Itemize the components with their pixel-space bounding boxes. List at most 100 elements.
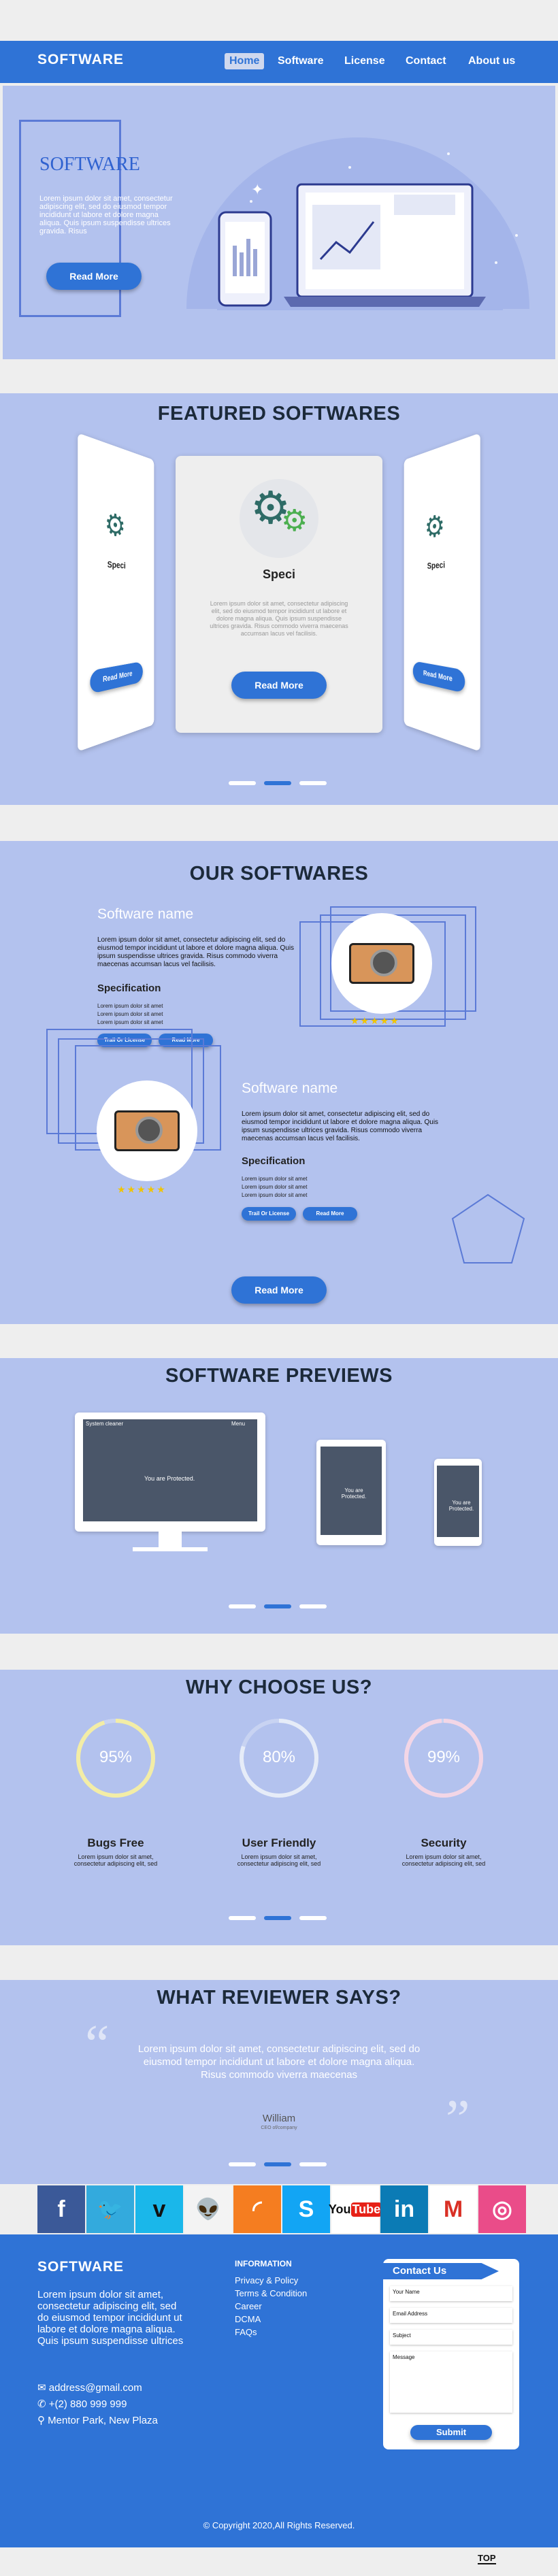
copyright: © Copyright 2020,All Rights Reserved. [0,2520,558,2530]
featured-read-more-button[interactable]: Read More [231,672,327,699]
footer-info-link-career[interactable]: Career [235,2301,262,2311]
featured-card-left-button[interactable]: Read More [90,661,142,694]
footer-info-link-faqs[interactable]: FAQs [235,2327,257,2337]
gear-icon: ⚙ [105,506,126,545]
copyright-icon: © [203,2520,212,2530]
copyright-text: Copyright 2020,All Rights Reserved. [212,2520,355,2530]
camera-icon [349,943,414,984]
facebook-icon[interactable]: f [37,2185,85,2233]
software-1-name: Software name [97,906,193,923]
user-friendly-label: User Friendly [225,1836,333,1850]
back-to-top-link[interactable]: TOP [478,2553,496,2564]
footer-email[interactable]: ✉ address@gmail.com [37,2381,142,2394]
reviewer-role: CEO of/company [0,2126,558,2130]
bugs-free-percent: 95% [75,1748,157,1767]
footer-address: ⚲ Mentor Park, New Plaza [37,2414,158,2426]
tablet-preview: You are Protected. [316,1440,386,1545]
reviews-section: WHAT REVIEWER SAYS? “ Lorem ipsum dolor … [0,1980,558,2184]
quote-open-icon: “ [85,2014,110,2076]
nav-brand[interactable]: SOFTWARE [37,52,124,68]
footer-phone[interactable]: ✆ +(2) 880 999 999 [37,2398,127,2410]
rss-icon[interactable]: ◜ [233,2185,281,2233]
vimeo-icon[interactable]: v [135,2185,183,2233]
previews-title: SOFTWARE PREVIEWS [0,1365,558,1387]
pentagon-decoration [449,1191,527,1270]
gmail-icon[interactable]: M [429,2185,477,2233]
featured-title: FEATURED SOFTWARES [0,403,558,425]
footer-email-text: address@gmail.com [49,2382,142,2394]
email-field[interactable]: Email Address [390,2308,512,2323]
youtube-icon[interactable]: You Tube [331,2185,379,2233]
bugs-free-text: Lorem ipsum dolor sit amet, consectetur … [68,1853,163,1867]
featured-card-right: ⚙ Speci Read More [404,433,480,752]
featured-carousel-dots[interactable] [229,781,327,785]
linkedin-icon[interactable]: in [380,2185,428,2233]
footer-about: Lorem ipsum dolor sit amet, consectetur … [37,2289,184,2347]
hero-section: SOFTWARE Lorem ipsum dolor sit amet, con… [0,83,558,362]
nav-link-home[interactable]: Home [225,53,264,69]
our-softwares-section: OUR SOFTWARES Software name Lorem ipsum … [0,841,558,1324]
nav-link-about[interactable]: About us [468,55,515,67]
software-2-read-more-button[interactable]: Read More [303,1207,357,1221]
software-1-stars: ★★★★★ [350,1015,400,1027]
software-1-spec-title: Specification [97,982,161,994]
skype-icon[interactable]: S [282,2185,330,2233]
phone-graphic [219,212,271,306]
security-percent: 99% [403,1748,485,1767]
software-2-image [97,1080,197,1181]
location-icon: ⚲ [37,2415,48,2426]
hero-illustration: ✦ [176,127,540,351]
footer-info-link-privacy[interactable]: Privacy & Policy [235,2275,298,2285]
hero-text: Lorem ipsum dolor sit amet, consectetur … [39,195,179,235]
hero-title: SOFTWARE [39,154,140,176]
monitor-base [133,1547,208,1551]
software-1-spec-line: Lorem ipsum dolor sit amet [97,1011,163,1017]
featured-card-center-name: Speci [176,567,382,582]
software-2-stars: ★★★★★ [117,1184,167,1195]
featured-card-left: ⚙ Speci Read More [78,433,154,752]
footer-address-text: Mentor Park, New Plaza [48,2415,158,2426]
featured-card-right-button[interactable]: Read More [413,661,465,693]
monitor-menu[interactable]: Menu [231,1421,245,1427]
mail-icon: ✉ [37,2382,49,2394]
footer-phone-text: +(2) 880 999 999 [49,2398,127,2410]
hero-read-more-button[interactable]: Read More [46,263,142,290]
software-2-trail-button[interactable]: Trail Or License [242,1207,296,1221]
subject-field[interactable]: Subject [390,2330,512,2345]
user-friendly-text: Lorem ipsum dolor sit amet, consectetur … [231,1853,327,1867]
footer-info-link-terms[interactable]: Terms & Condition [235,2288,307,2298]
featured-card-center: ⚙ ⚙ Speci Lorem ipsum dolor sit amet, co… [176,456,382,733]
gear-small-icon: ⚙ [281,503,308,538]
our-softwares-title: OUR SOFTWARES [0,863,558,885]
phone-protected-text: You are Protected. [446,1500,476,1512]
quote-close-icon: ” [446,2089,470,2151]
reddit-icon[interactable]: 👽 [184,2185,232,2233]
why-title: WHY CHOOSE US? [0,1677,558,1699]
monitor-preview: System cleaner Menu You are Protected. [75,1413,265,1532]
contact-form-title: Contact Us [383,2263,499,2279]
why-section: WHY CHOOSE US? 95% Bugs Free Lorem ipsum… [0,1670,558,1945]
nav-link-license[interactable]: License [344,55,385,67]
footer: SOFTWARE Lorem ipsum dolor sit amet, con… [0,2234,558,2547]
contact-form: Contact Us Your Name Email Address Subje… [383,2259,519,2449]
why-carousel-dots[interactable] [229,1916,327,1920]
our-softwares-read-more-button[interactable]: Read More [231,1276,327,1304]
security-label: Security [389,1836,498,1850]
gear-icon: ⚙ [425,508,445,545]
footer-brand: SOFTWARE [37,2259,124,2275]
footer-info-link-dcma[interactable]: DCMA [235,2314,261,2324]
monitor-protected-text: You are Protected. [144,1475,195,1482]
dribbble-icon[interactable]: ◎ [478,2185,526,2233]
featured-section: FEATURED SOFTWARES ⚙ Speci Read More ⚙ ⚙… [0,393,558,805]
nav-link-contact[interactable]: Contact [406,55,446,67]
reviews-carousel-dots[interactable] [229,2162,327,2166]
nav-link-software[interactable]: Software [278,55,324,67]
submit-button[interactable]: Submit [410,2425,492,2440]
phone-icon: ✆ [37,2398,49,2410]
camera-icon [114,1110,180,1151]
previews-carousel-dots[interactable] [229,1604,327,1608]
twitter-icon[interactable]: 🐦 [86,2185,134,2233]
message-field[interactable]: Message [390,2351,512,2413]
software-2-spec-line: Lorem ipsum dolor sit amet [242,1176,307,1182]
name-field[interactable]: Your Name [390,2286,512,2301]
